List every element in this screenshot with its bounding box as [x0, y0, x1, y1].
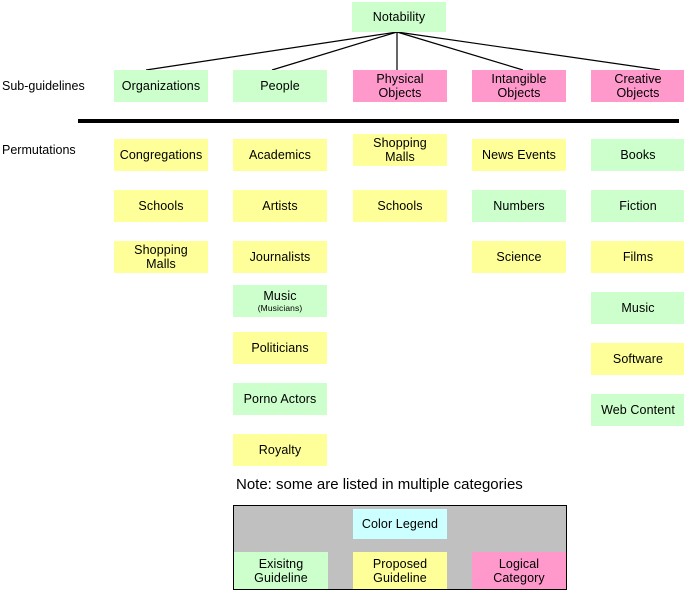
- permutation-label: Politicians: [251, 341, 309, 355]
- permutation-label: Software: [612, 352, 664, 366]
- permutation-label: Academics: [248, 148, 312, 162]
- subguideline-intangible-objects[interactable]: Intangible Objects: [472, 70, 566, 102]
- subguideline-label-line2: Objects: [616, 86, 660, 100]
- permutation-label: News Events: [481, 148, 557, 162]
- permutation-royalty[interactable]: Royalty: [233, 434, 327, 466]
- legend-swatch-label-line2: Guideline: [373, 570, 427, 585]
- multiple-categories-note: Note: some are listed in multiple catego…: [236, 476, 523, 493]
- permutation-schools-physical[interactable]: Schools: [353, 190, 447, 222]
- subguideline-label-line2: Objects: [378, 86, 422, 100]
- legend-swatch-label-line2: Category: [493, 570, 545, 585]
- permutation-fiction[interactable]: Fiction: [591, 190, 684, 222]
- subguideline-organizations[interactable]: Organizations: [114, 70, 208, 102]
- subguideline-creative-objects[interactable]: Creative Objects: [591, 70, 684, 102]
- permutation-label: Numbers: [493, 199, 545, 213]
- permutation-artists[interactable]: Artists: [233, 190, 327, 222]
- permutation-label: Books: [620, 148, 656, 162]
- permutation-numbers[interactable]: Numbers: [472, 190, 566, 222]
- permutation-films[interactable]: Films: [591, 241, 684, 273]
- permutation-news-events[interactable]: News Events: [472, 139, 566, 171]
- permutation-label: Music: [621, 301, 655, 315]
- permutation-porno-actors[interactable]: Porno Actors: [233, 383, 327, 415]
- legend-swatch-existing-guideline[interactable]: Exisitng Guideline: [234, 552, 328, 589]
- permutation-label: Congregations: [119, 148, 203, 162]
- legend-swatch-label-line1: Proposed: [372, 556, 428, 571]
- subguideline-label-line1: Creative: [614, 72, 662, 86]
- permutation-academics[interactable]: Academics: [233, 139, 327, 171]
- permutation-science[interactable]: Science: [472, 241, 566, 273]
- permutation-label: Royalty: [258, 443, 302, 457]
- permutation-label: Science: [496, 250, 542, 264]
- subguideline-label-line2: Objects: [497, 86, 541, 100]
- root-node-label: Notability: [372, 10, 426, 24]
- legend-swatch-logical-category[interactable]: Logical Category: [472, 552, 566, 589]
- legend-title: Color Legend: [353, 509, 447, 539]
- root-node-notability[interactable]: Notability: [352, 2, 446, 32]
- subguideline-label: People: [260, 79, 300, 93]
- permutation-label-line1: Shopping: [373, 136, 427, 150]
- permutation-sublabel: (Musicians): [257, 303, 303, 313]
- subguideline-physical-objects[interactable]: Physical Objects: [353, 70, 447, 102]
- permutation-label: Music: [263, 289, 297, 303]
- permutation-label: Journalists: [249, 250, 311, 264]
- permutation-journalists[interactable]: Journalists: [233, 241, 327, 273]
- legend-swatch-proposed-guideline[interactable]: Proposed Guideline: [353, 552, 447, 589]
- permutation-label: Web Content: [601, 403, 675, 417]
- section-divider: [78, 119, 679, 123]
- subguideline-label-line1: Intangible: [491, 72, 547, 86]
- row-label-permutations: Permutations: [2, 143, 76, 157]
- legend-title-label: Color Legend: [361, 517, 439, 531]
- permutation-label-line2: Malls: [146, 257, 176, 271]
- legend-swatch-label-line2: Guideline: [254, 570, 308, 585]
- permutation-music-musicians[interactable]: Music (Musicians): [233, 285, 327, 317]
- permutation-software[interactable]: Software: [591, 343, 684, 375]
- permutation-label: Films: [622, 250, 654, 264]
- permutation-schools-org[interactable]: Schools: [114, 190, 208, 222]
- color-legend: Color Legend Exisitng Guideline Proposed…: [233, 505, 567, 590]
- permutation-label: Schools: [138, 199, 184, 213]
- legend-swatch-label-line1: Exisitng: [258, 556, 304, 571]
- permutation-music[interactable]: Music: [591, 292, 684, 324]
- subguideline-label-line1: Physical: [376, 72, 424, 86]
- permutation-label: Artists: [262, 199, 298, 213]
- permutation-web-content[interactable]: Web Content: [591, 394, 684, 426]
- permutation-label-line2: Malls: [385, 150, 415, 164]
- notability-diagram: Notability Sub-guidelines Permutations O…: [0, 0, 684, 599]
- permutation-congregations[interactable]: Congregations: [114, 139, 208, 171]
- subguideline-people[interactable]: People: [233, 70, 327, 102]
- legend-swatch-label-line1: Logical: [498, 556, 540, 571]
- permutation-books[interactable]: Books: [591, 139, 684, 171]
- permutation-shopping-malls-org[interactable]: Shopping Malls: [114, 241, 208, 273]
- permutation-label: Schools: [377, 199, 423, 213]
- permutation-label-line1: Shopping: [134, 243, 188, 257]
- permutation-label: Porno Actors: [243, 392, 317, 406]
- row-label-subguidelines: Sub-guidelines: [2, 79, 85, 93]
- permutation-label: Fiction: [619, 199, 657, 213]
- permutation-politicians[interactable]: Politicians: [233, 332, 327, 364]
- subguideline-label: Organizations: [121, 79, 201, 93]
- permutation-shopping-malls-physical[interactable]: Shopping Malls: [353, 134, 447, 166]
